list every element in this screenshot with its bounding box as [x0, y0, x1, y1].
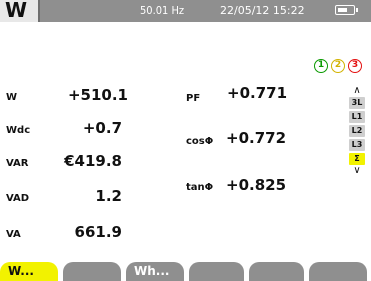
- selector-item-l2[interactable]: L2: [349, 125, 365, 137]
- softkey-6[interactable]: [309, 262, 367, 281]
- frequency-readout: 50.01 Hz: [140, 4, 185, 17]
- tan-phi-value: +0.825: [226, 176, 287, 194]
- selector-item-sigma[interactable]: Σ: [349, 153, 365, 165]
- va-label: VA: [6, 229, 21, 240]
- cos-phi-label: cosΦ: [186, 136, 214, 147]
- softkey-wh[interactable]: Wh...: [126, 262, 184, 281]
- wdc-value: +0.7: [82, 119, 122, 137]
- phase-2-label: 2: [334, 60, 342, 70]
- selector-item-l1[interactable]: L1: [349, 111, 365, 123]
- tan-phi-label: tanΦ: [186, 182, 214, 193]
- instrument-screen: W 50.01 Hz 22/05/12 15:22 1 2 3 W +510.1…: [0, 0, 371, 281]
- vad-value: 1.2: [95, 187, 122, 205]
- softkey-2[interactable]: [63, 262, 121, 281]
- phase-3-indicator: 3: [348, 59, 362, 73]
- phase-1-label: 1: [317, 60, 325, 70]
- pf-value: +0.771: [227, 84, 288, 102]
- vad-label: VAD: [6, 193, 30, 204]
- w-value: +510.1: [67, 86, 128, 104]
- selector-item-l3[interactable]: L3: [349, 139, 365, 151]
- wdc-label: Wdc: [6, 125, 31, 136]
- phase-3-label: 3: [351, 60, 359, 70]
- battery-icon: [335, 5, 358, 15]
- chevron-down-icon[interactable]: ∨: [348, 166, 366, 176]
- selector-item-3l[interactable]: 3L: [349, 97, 365, 109]
- softkey-bar: W... Wh...: [0, 258, 371, 281]
- cos-phi-value: +0.772: [226, 129, 287, 147]
- phase-1-indicator: 1: [314, 59, 328, 73]
- chevron-up-icon[interactable]: ∧: [348, 86, 366, 96]
- datetime-readout: 22/05/12 15:22: [220, 4, 305, 17]
- battery-level: [338, 7, 347, 12]
- phase-2-indicator: 2: [331, 59, 345, 73]
- var-value: €419.8: [64, 152, 122, 170]
- softkey-w[interactable]: W...: [0, 262, 58, 281]
- mode-tab[interactable]: W: [0, 0, 40, 22]
- softkey-4[interactable]: [189, 262, 244, 281]
- pf-label: PF: [186, 93, 201, 104]
- power-mode-icon: W: [5, 0, 28, 22]
- w-label: W: [6, 92, 18, 103]
- status-bar: W 50.01 Hz 22/05/12 15:22: [0, 0, 371, 22]
- softkey-5[interactable]: [249, 262, 304, 281]
- var-label: VAR: [6, 158, 29, 169]
- va-value: 661.9: [74, 223, 122, 241]
